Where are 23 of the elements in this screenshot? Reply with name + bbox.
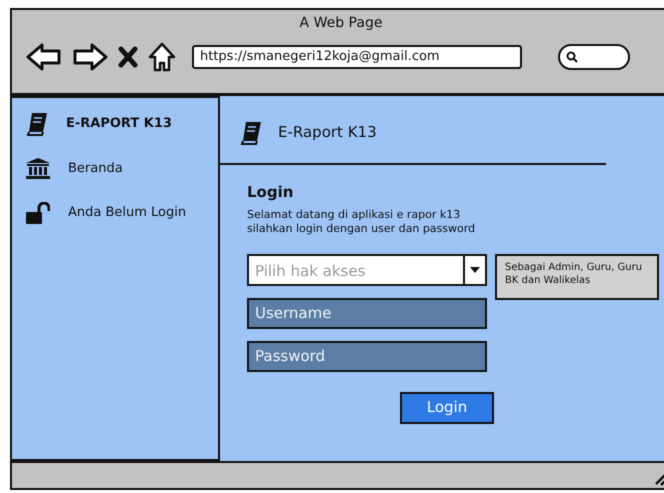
search-icon bbox=[566, 51, 578, 63]
search-field[interactable] bbox=[558, 44, 630, 70]
url-field[interactable]: https://smanegeri12koja@gmail.com bbox=[192, 45, 522, 69]
close-icon[interactable] bbox=[118, 46, 138, 68]
book-icon bbox=[240, 120, 262, 144]
forward-icon[interactable] bbox=[72, 43, 108, 71]
sidebar-link[interactable]: Anda Belum Login bbox=[68, 203, 186, 223]
login-button[interactable]: Login bbox=[400, 392, 494, 424]
sidebar-link[interactable]: Beranda bbox=[68, 159, 123, 179]
page-header-title: E-Raport K13 bbox=[278, 122, 377, 144]
welcome-text: Selamat datang di aplikasi e rapor k13 silahkan login dengan user dan password bbox=[247, 208, 476, 236]
password-field[interactable]: Password bbox=[247, 340, 487, 372]
window-title: A Web Page bbox=[298, 14, 384, 33]
bank-icon bbox=[26, 158, 50, 180]
back-icon[interactable] bbox=[26, 43, 62, 71]
unlock-icon bbox=[26, 202, 50, 224]
hint-note: Sebagai Admin, Guru, Guru BK dan Walikelas bbox=[495, 254, 659, 300]
home-icon[interactable] bbox=[148, 42, 176, 72]
book-icon bbox=[26, 112, 48, 136]
caret-icon bbox=[470, 266, 480, 272]
username-field[interactable]: Username bbox=[247, 298, 487, 328]
login-heading: Login bbox=[247, 182, 294, 203]
brand-title: E-RAPORT K13 bbox=[66, 115, 172, 134]
